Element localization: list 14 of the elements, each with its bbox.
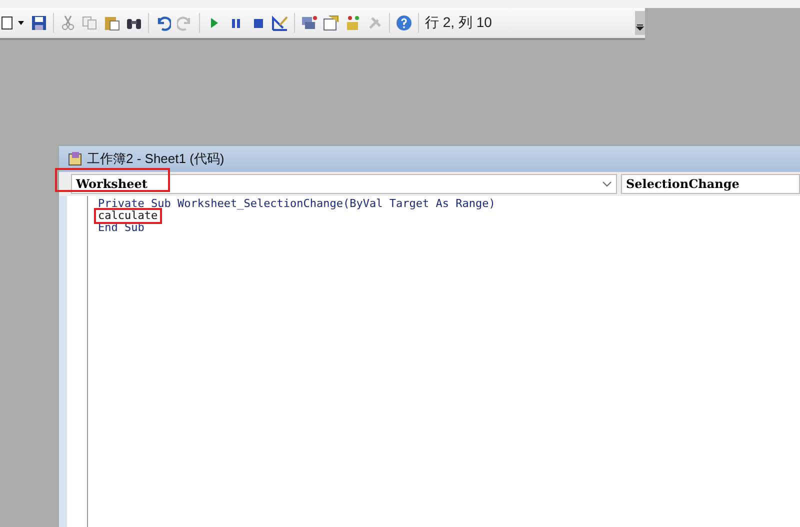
cursor-position-text: 行 2, 列 10: [425, 14, 493, 32]
procedure-dropdown[interactable]: SelectionChange: [621, 174, 800, 194]
module-icon: [67, 151, 83, 167]
cut-icon[interactable]: [60, 15, 76, 31]
window-title: 工作簿2 - Sheet1 (代码): [87, 150, 224, 168]
code-line: calculate: [96, 210, 160, 222]
help-icon[interactable]: [396, 15, 412, 31]
code-line: Private Sub Worksheet_SelectionChange(ByVal Target As Range): [97, 198, 496, 210]
toolbar-options-icon[interactable]: [635, 11, 645, 35]
paste-icon[interactable]: [104, 15, 120, 31]
save-icon[interactable]: [31, 15, 47, 31]
object-dropdown[interactable]: Worksheet: [71, 174, 617, 194]
chevron-down-icon[interactable]: [602, 181, 612, 187]
undo-icon[interactable]: [155, 15, 171, 31]
